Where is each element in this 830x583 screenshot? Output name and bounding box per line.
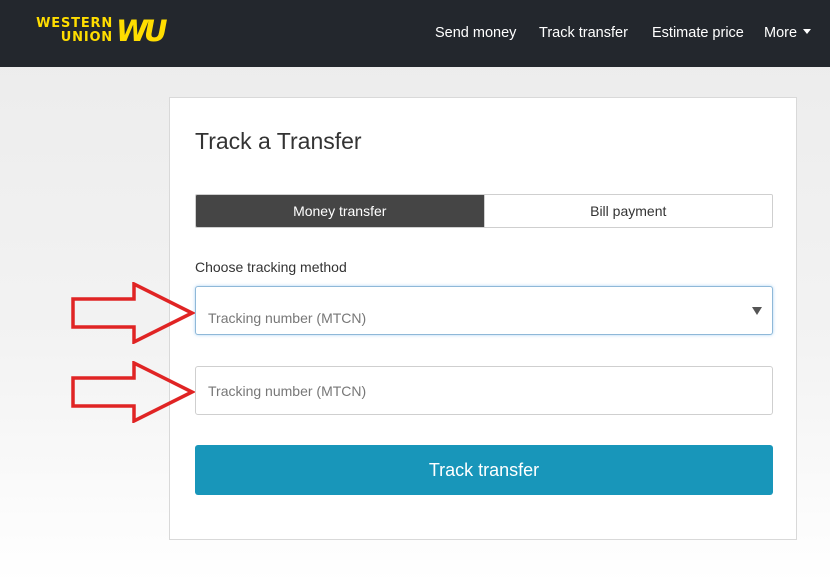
tracking-number-input[interactable] [195,366,773,415]
tracking-method-select[interactable]: Tracking number (MTCN) [195,286,773,335]
nav-send-money[interactable]: Send money [435,25,516,41]
track-transfer-button[interactable]: Track transfer [195,445,773,495]
nav-more-label: More [764,25,798,41]
logo-line-union: UNION [60,30,113,45]
transfer-type-toggle: Money transfer Bill payment [195,194,773,228]
caret-down-icon [803,29,812,34]
nav-track-transfer[interactable]: Track transfer [539,25,628,41]
red-arrow-icon [71,282,195,344]
logo-wordmark: WESTERN UNION [17,17,113,45]
tracking-method-label: Choose tracking method [195,259,347,275]
track-transfer-card: Track a Transfer Money transfer Bill pay… [169,97,797,540]
tracking-method-selected-value: Tracking number (MTCN) [208,310,367,326]
tab-money-transfer[interactable]: Money transfer [196,195,484,227]
tab-bill-payment[interactable]: Bill payment [483,195,772,227]
nav-estimate-price[interactable]: Estimate price [652,25,744,41]
logo-line-western: WESTERN [36,16,113,31]
red-arrow-icon [71,361,195,423]
logo-wu-mark: WU [116,14,168,48]
top-navbar: WESTERN UNION WU Send money Track transf… [0,0,830,67]
page-title: Track a Transfer [195,128,362,154]
nav-more-dropdown[interactable]: More [764,25,812,41]
dropdown-arrow-icon [752,307,762,315]
